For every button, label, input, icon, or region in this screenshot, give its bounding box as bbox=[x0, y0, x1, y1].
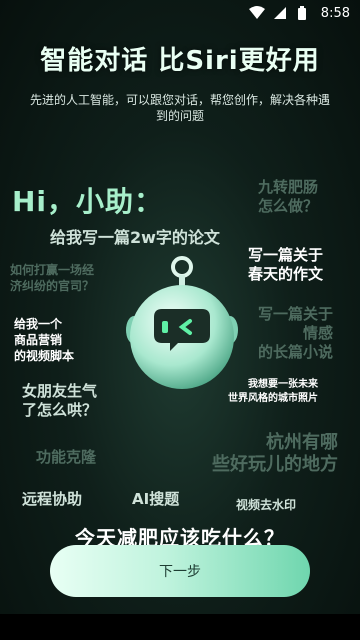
battery-icon bbox=[297, 6, 313, 20]
prompt-chip[interactable]: 给我一个 商品营销 的视频脚本 bbox=[14, 316, 74, 364]
navigation-bar bbox=[0, 614, 360, 640]
status-bar: 8:58 bbox=[0, 0, 360, 26]
greeting: Hi，小助： bbox=[12, 185, 164, 218]
prompt-chip[interactable]: 写一篇关于 情感 的长篇小说 bbox=[258, 305, 333, 362]
prompt-chip[interactable]: 远程协助 bbox=[22, 488, 82, 509]
page-subtitle: 先进的人工智能，可以跟您对话，帮您创作，解决各种遇到的问题 bbox=[29, 93, 330, 123]
prompt-chip[interactable]: 功能克隆 bbox=[36, 446, 96, 467]
next-button[interactable]: 下一步 bbox=[50, 545, 310, 597]
prompt-chip[interactable]: 写一篇关于 春天的作文 bbox=[248, 246, 323, 284]
prompt-chip[interactable]: 给我写一篇2w字的论文 bbox=[50, 224, 220, 248]
prompt-chip[interactable]: 九转肥肠 怎么做？ bbox=[258, 178, 318, 216]
prompt-chip[interactable]: 女朋友生气 了怎么哄？ bbox=[22, 382, 97, 420]
page-title: 智能对话 比Siri更好用 bbox=[40, 46, 320, 76]
prompt-chip[interactable]: 我想要一张未来 世界风格的城市照片 bbox=[228, 378, 318, 406]
status-time: 8:58 bbox=[320, 5, 350, 21]
prompt-chip[interactable]: 如何打赢一场经 济纠纷的官司？ bbox=[10, 262, 94, 294]
robot-chat-icon bbox=[126, 256, 238, 389]
signal-icon bbox=[273, 6, 289, 20]
prompt-chip[interactable]: 杭州有哪 些好玩儿的地方 bbox=[170, 432, 338, 476]
robot-mascot bbox=[124, 255, 240, 405]
prompt-chip[interactable]: AI搜题 bbox=[132, 488, 179, 509]
wifi-icon bbox=[248, 6, 265, 20]
prompt-chip[interactable]: 视频去水印 bbox=[236, 496, 296, 513]
